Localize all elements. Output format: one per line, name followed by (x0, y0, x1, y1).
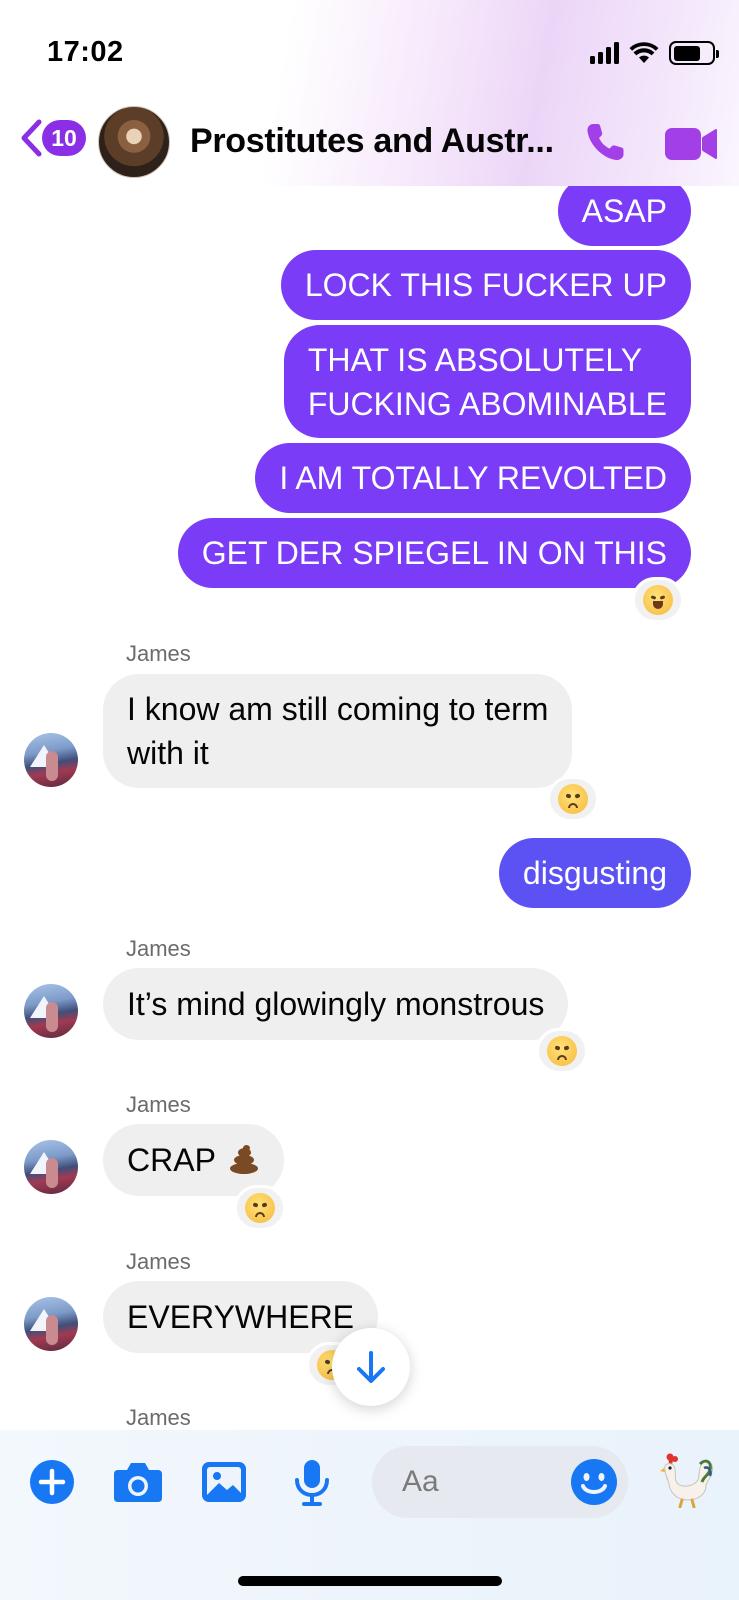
rooster-icon[interactable] (660, 1452, 714, 1508)
status-icons (590, 40, 719, 66)
message-text-line: THAT IS ABSOLUTELY (307, 341, 643, 378)
top-bar: 17:02 10 Prostitutes and Austr... (0, 0, 739, 186)
outgoing-message[interactable]: LOCK THIS FUCKER UP (280, 250, 691, 320)
message-text-line: I know am still coming to term (127, 691, 549, 727)
message-text: It’s mind glowingly monstrous (127, 986, 545, 1022)
message-text: I AM TOTALLY REVOLTED (279, 460, 667, 496)
message-text-line: FUCKING ABOMINABLE (307, 385, 667, 422)
message-input-placeholder: Aa (402, 1465, 439, 1498)
unread-count-badge: 10 (42, 120, 86, 156)
outgoing-message[interactable]: GET DER SPIEGEL IN ON THIS (177, 518, 691, 588)
sender-name: James (126, 641, 191, 666)
user-avatar[interactable] (24, 1140, 78, 1194)
group-avatar[interactable] (98, 106, 170, 178)
gallery-icon[interactable] (200, 1458, 248, 1506)
sender-name: James (126, 936, 191, 961)
cellular-signal-icon (590, 42, 619, 64)
scroll-to-bottom-button[interactable] (332, 1328, 410, 1406)
sender-name: James (126, 1405, 191, 1430)
emoji-icon[interactable] (568, 1456, 620, 1508)
incoming-message[interactable]: It’s mind glowingly monstrous (103, 968, 569, 1040)
chat-title[interactable]: Prostitutes and Austr... (190, 122, 565, 161)
microphone-icon[interactable] (288, 1458, 336, 1506)
outgoing-message[interactable]: THAT IS ABSOLUTELY FUCKING ABOMINABLE (283, 325, 691, 438)
outgoing-message[interactable]: I AM TOTALLY REVOLTED (255, 443, 691, 513)
user-avatar[interactable] (24, 1297, 78, 1351)
sender-name: James (126, 1092, 191, 1117)
battery-icon (669, 41, 719, 65)
reaction-laughing-icon[interactable] (632, 577, 684, 623)
chevron-left-icon (21, 119, 42, 157)
outgoing-message[interactable]: disgusting (498, 838, 691, 908)
camera-icon[interactable] (112, 1458, 164, 1506)
message-text: GET DER SPIEGEL IN ON THIS (201, 535, 667, 571)
plus-icon[interactable] (28, 1458, 76, 1506)
message-text: EVERYWHERE (127, 1299, 355, 1335)
status-time: 17:02 (47, 36, 124, 68)
message-text: disgusting (522, 855, 667, 891)
user-avatar[interactable] (24, 984, 78, 1038)
message-text: ASAP (581, 193, 667, 229)
message-text: CRAP (127, 1142, 216, 1178)
sender-name: James (126, 1249, 191, 1274)
pile-of-poo-icon (228, 1145, 260, 1175)
back-button[interactable]: 10 (18, 118, 86, 158)
reaction-angry-icon[interactable] (536, 1028, 588, 1074)
arrow-down-icon (357, 1351, 385, 1383)
reaction-angry-icon[interactable] (547, 776, 599, 822)
wifi-icon (629, 42, 659, 63)
message-composer: Aa (0, 1430, 739, 1600)
outgoing-message[interactable]: ASAP (557, 176, 691, 246)
message-text: LOCK THIS FUCKER UP (304, 267, 667, 303)
reaction-angry-icon[interactable] (234, 1185, 286, 1231)
user-avatar[interactable] (24, 733, 78, 787)
video-camera-icon[interactable] (664, 124, 718, 164)
home-indicator (238, 1576, 502, 1586)
message-text-line: with it (127, 735, 209, 771)
phone-icon[interactable] (584, 120, 628, 164)
incoming-message[interactable]: I know am still coming to term with it (103, 674, 573, 788)
